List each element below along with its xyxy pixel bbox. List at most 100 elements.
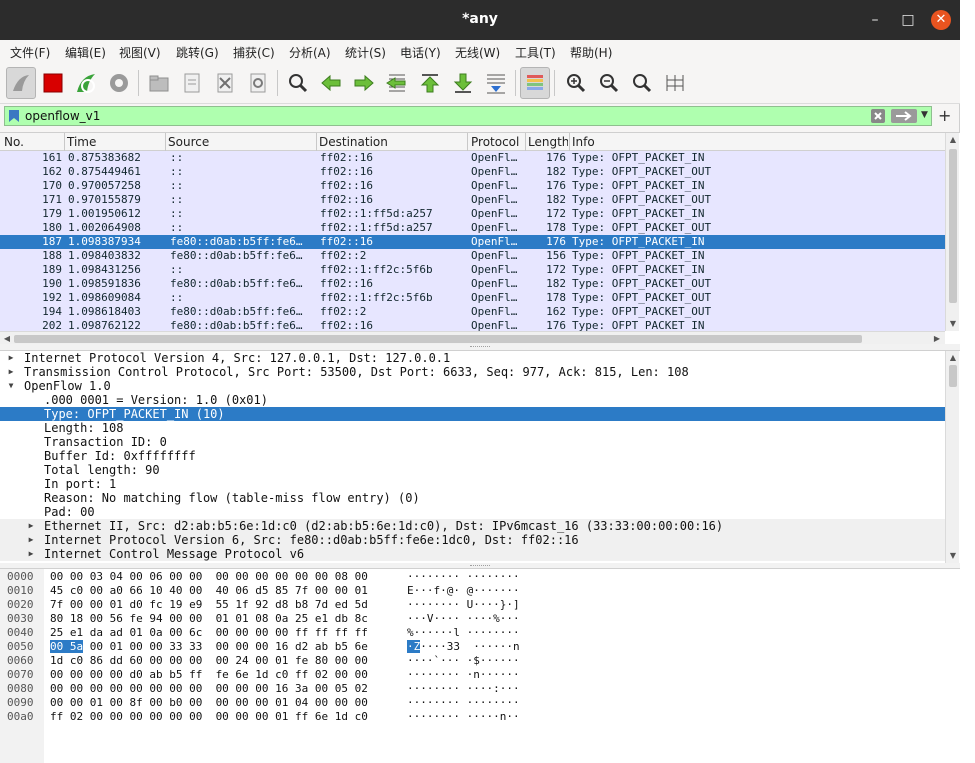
ascii-bytes[interactable]: ·Z····33 ······n xyxy=(407,640,520,654)
menu-analyze[interactable]: 分析(A) xyxy=(289,44,331,61)
ascii-bytes[interactable]: ········ U····}·] xyxy=(407,598,520,612)
menu-view[interactable]: 视图(V) xyxy=(119,44,161,61)
stop-capture-icon[interactable] xyxy=(38,67,68,99)
detail-tree-item[interactable]: Transaction ID: 0 xyxy=(0,435,945,449)
expand-arrow-icon[interactable]: ▶ xyxy=(6,365,16,379)
zoom-out-icon[interactable] xyxy=(594,67,624,99)
minimize-button[interactable]: – xyxy=(865,10,885,30)
ascii-bytes[interactable]: ···V···· ····%··· xyxy=(407,612,520,626)
menu-statistics[interactable]: 统计(S) xyxy=(345,44,386,61)
colorize-icon[interactable] xyxy=(520,67,550,99)
hex-bytes[interactable]: 00 00 01 00 8f 00 b0 00 00 00 00 01 04 0… xyxy=(50,696,368,710)
scroll-down-arrow-icon[interactable]: ▼ xyxy=(948,551,958,561)
restart-capture-icon[interactable] xyxy=(71,67,101,99)
detail-tree-item[interactable]: ▼ OpenFlow 1.0 xyxy=(0,379,945,393)
ascii-bytes[interactable]: ····`··· ·$······ xyxy=(407,654,520,668)
expand-arrow-icon[interactable]: ▶ xyxy=(6,351,16,365)
column-source[interactable]: Source xyxy=(168,135,313,149)
detail-tree-item[interactable]: Buffer Id: 0xffffffff xyxy=(0,449,945,463)
scroll-up-arrow-icon[interactable]: ▲ xyxy=(948,135,958,145)
apply-filter-icon[interactable] xyxy=(891,109,917,123)
autoscroll-icon[interactable] xyxy=(481,67,511,99)
packet-row[interactable]: 171 0.970155879:: ff02::16 OpenFl… 182 Type: … xyxy=(0,193,945,207)
detail-tree-item[interactable]: Length: 108 xyxy=(0,421,945,435)
title-bar[interactable]: *any – □ ✕ xyxy=(0,0,960,40)
detail-tree-item[interactable]: Reason: No matching flow (table-miss flo… xyxy=(0,491,945,505)
hex-bytes[interactable]: 00 5a 00 01 00 00 33 33 00 00 00 16 d2 a… xyxy=(50,640,368,654)
packet-row[interactable]: 194 1.098618403 fe80::d0ab:b5ff:fe6… ff02::… xyxy=(0,305,945,319)
detail-tree-item[interactable]: ▶ Internet Protocol Version 6, Src: fe80:… xyxy=(0,533,945,547)
hex-bytes[interactable]: 25 e1 da ad 01 0a 00 6c 00 00 00 00 ff f… xyxy=(50,626,368,640)
detail-tree-item[interactable]: Type: OFPT_PACKET_IN (10) xyxy=(0,407,945,421)
zoom-normal-icon[interactable] xyxy=(627,67,657,99)
packet-row[interactable]: 189 1.098431256:: ff02::1:ff2c:5f6b OpenFl…… xyxy=(0,263,945,277)
detail-tree-item[interactable]: ▶ Internet Protocol Version 4, Src: 127.0… xyxy=(0,351,945,365)
go-forward-icon[interactable] xyxy=(349,67,379,99)
menu-wireless[interactable]: 无线(W) xyxy=(455,44,500,61)
packet-row[interactable]: 187 1.098387934 fe80::d0ab:b5ff:fe6… ff02::… xyxy=(0,235,945,249)
hex-bytes[interactable]: 45 c0 00 a0 66 10 40 00 40 06 d5 85 7f 0… xyxy=(50,584,368,598)
detail-tree-item[interactable]: Pad: 00 xyxy=(0,505,945,519)
column-destination[interactable]: Destination xyxy=(319,135,464,149)
capture-options-icon[interactable] xyxy=(104,67,134,99)
menu-telephony[interactable]: 电话(Y) xyxy=(400,44,441,61)
column-protocol[interactable]: Protocol xyxy=(471,135,523,149)
open-file-icon[interactable] xyxy=(144,67,174,99)
ascii-bytes[interactable]: ········ ········ xyxy=(407,570,520,584)
hex-bytes[interactable]: ff 02 00 00 00 00 00 00 00 00 00 01 ff 6… xyxy=(50,710,368,724)
packet-row[interactable]: 192 1.098609084:: ff02::1:ff2c:5f6b OpenFl…… xyxy=(0,291,945,305)
packet-row[interactable]: 161 0.875383682:: ff02::16 OpenFl… 176 Type: … xyxy=(0,151,945,165)
maximize-button[interactable]: □ xyxy=(898,10,918,30)
menu-capture[interactable]: 捕获(C) xyxy=(233,44,275,61)
menu-help[interactable]: 帮助(H) xyxy=(570,44,612,61)
hex-bytes[interactable]: 00 00 00 00 d0 ab b5 ff fe 6e 1d c0 ff 0… xyxy=(50,668,368,682)
menu-edit[interactable]: 编辑(E) xyxy=(65,44,106,61)
find-packet-icon[interactable] xyxy=(283,67,313,99)
detail-tree-item[interactable]: ▶ Ethernet II, Src: d2:ab:b5:6e:1d:c0 (d2… xyxy=(0,519,945,533)
detail-tree-item[interactable]: In port: 1 xyxy=(0,477,945,491)
hex-bytes[interactable]: 7f 00 00 01 d0 fc 19 e9 55 1f 92 d8 b8 7… xyxy=(50,598,368,612)
ascii-bytes[interactable]: ········ ········ xyxy=(407,696,520,710)
packet-list-hscrollbar[interactable]: ◀ ▶ xyxy=(0,331,945,345)
packet-list-vscrollbar[interactable]: ▲ ▼ xyxy=(945,133,959,331)
reload-file-icon[interactable] xyxy=(243,67,273,99)
expand-arrow-icon[interactable]: ▶ xyxy=(26,519,36,533)
hex-bytes[interactable]: 1d c0 86 dd 60 00 00 00 00 24 00 01 fe 8… xyxy=(50,654,368,668)
bookmark-icon[interactable] xyxy=(8,109,20,123)
column-length[interactable]: Length xyxy=(528,135,568,149)
resize-columns-icon[interactable] xyxy=(660,67,690,99)
packet-row[interactable]: 188 1.098403832 fe80::d0ab:b5ff:fe6… ff02::… xyxy=(0,249,945,263)
detail-tree-item[interactable]: .000 0001 = Version: 1.0 (0x01) xyxy=(0,393,945,407)
scroll-up-arrow-icon[interactable]: ▲ xyxy=(948,353,958,363)
hex-bytes[interactable]: 00 00 00 00 00 00 00 00 00 00 00 16 3a 0… xyxy=(50,682,368,696)
ascii-bytes[interactable]: %······l ········ xyxy=(407,626,520,640)
clear-filter-icon[interactable] xyxy=(871,109,885,123)
menu-file[interactable]: 文件(F) xyxy=(10,44,50,61)
packet-row[interactable]: 170 0.970057258:: ff02::16 OpenFl… 176 Type: … xyxy=(0,179,945,193)
menu-go[interactable]: 跳转(G) xyxy=(176,44,219,61)
ascii-bytes[interactable]: E···f·@· @······· xyxy=(407,584,520,598)
hex-bytes[interactable]: 80 18 00 56 fe 94 00 00 01 01 08 0a 25 e… xyxy=(50,612,368,626)
filter-history-dropdown-icon[interactable]: ▼ xyxy=(921,110,931,122)
ascii-bytes[interactable]: ········ ····:··· xyxy=(407,682,520,696)
column-no[interactable]: No. xyxy=(4,135,62,149)
go-last-icon[interactable] xyxy=(448,67,478,99)
zoom-in-icon[interactable] xyxy=(561,67,591,99)
go-first-icon[interactable] xyxy=(415,67,445,99)
expand-arrow-icon[interactable]: ▶ xyxy=(26,547,36,561)
expand-arrow-icon[interactable]: ▶ xyxy=(26,533,36,547)
column-time[interactable]: Time xyxy=(67,135,162,149)
menu-tools[interactable]: 工具(T) xyxy=(515,44,556,61)
scroll-right-arrow-icon[interactable]: ▶ xyxy=(932,334,942,344)
packet-row[interactable]: 190 1.098591836 fe80::d0ab:b5ff:fe6… ff02::… xyxy=(0,277,945,291)
collapse-arrow-icon[interactable]: ▼ xyxy=(6,379,16,393)
packet-row[interactable]: 180 1.002064908:: ff02::1:ff5d:a257 OpenFl…… xyxy=(0,221,945,235)
detail-tree-item[interactable]: ▶ Transmission Control Protocol, Src Port… xyxy=(0,365,945,379)
details-vscrollbar[interactable]: ▲ ▼ xyxy=(945,351,959,564)
column-info[interactable]: Info xyxy=(572,135,772,149)
detail-tree-item[interactable]: ▶ Internet Control Message Protocol v6 xyxy=(0,547,945,561)
save-file-icon[interactable] xyxy=(177,67,207,99)
display-filter-input[interactable] xyxy=(25,108,865,124)
close-button[interactable]: ✕ xyxy=(931,10,951,30)
packet-row[interactable]: 162 0.875449461:: ff02::16 OpenFl… 182 Type: … xyxy=(0,165,945,179)
